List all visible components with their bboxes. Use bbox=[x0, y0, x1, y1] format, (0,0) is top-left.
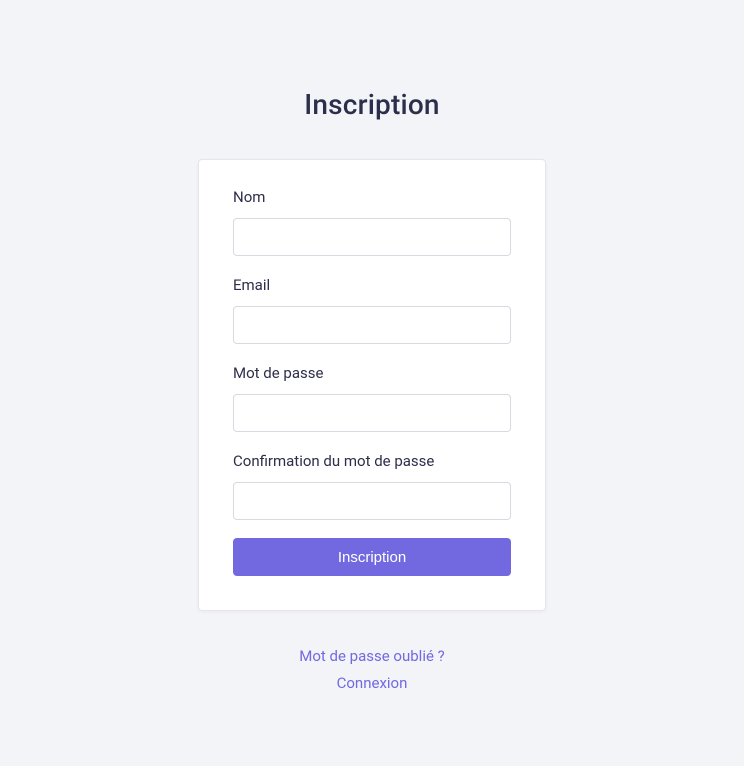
name-field-group: Nom bbox=[233, 188, 511, 256]
password-field-group: Mot de passe bbox=[233, 364, 511, 432]
forgot-password-link[interactable]: Mot de passe oublié ? bbox=[299, 645, 444, 668]
registration-form-card: Nom Email Mot de passe Confirmation du m… bbox=[198, 159, 546, 611]
password-confirmation-label: Confirmation du mot de passe bbox=[233, 452, 511, 470]
password-confirmation-input[interactable] bbox=[233, 482, 511, 520]
email-field-group: Email bbox=[233, 276, 511, 344]
email-input[interactable] bbox=[233, 306, 511, 344]
name-input[interactable] bbox=[233, 218, 511, 256]
auth-links: Mot de passe oublié ? Connexion bbox=[299, 645, 444, 694]
password-label: Mot de passe bbox=[233, 364, 511, 382]
password-input[interactable] bbox=[233, 394, 511, 432]
name-label: Nom bbox=[233, 188, 511, 206]
email-label: Email bbox=[233, 276, 511, 294]
password-confirmation-field-group: Confirmation du mot de passe bbox=[233, 452, 511, 520]
submit-button[interactable]: Inscription bbox=[233, 538, 511, 576]
page-title: Inscription bbox=[304, 88, 439, 121]
login-link[interactable]: Connexion bbox=[337, 672, 408, 695]
